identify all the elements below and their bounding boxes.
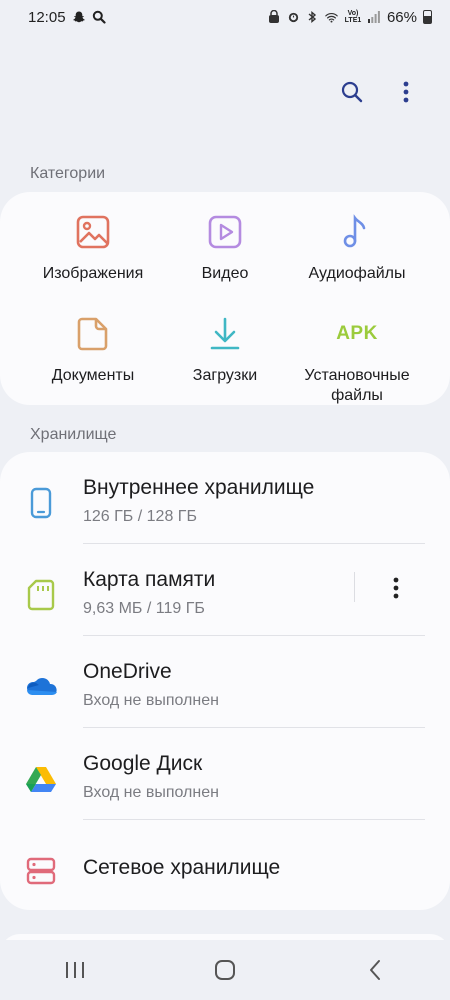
- category-downloads[interactable]: Загрузки: [150, 314, 300, 386]
- recent-apps-icon: [66, 962, 84, 978]
- storage-card: Внутреннее хранилище 126 ГБ / 128 ГБ Кар…: [0, 452, 450, 910]
- more-vert-icon: [393, 577, 399, 599]
- image-icon: [73, 212, 113, 252]
- battery-percent: 66%: [386, 8, 417, 26]
- search-status-icon: [92, 10, 106, 24]
- storage-subtitle: Вход не выполнен: [83, 692, 219, 709]
- divider: [83, 727, 425, 728]
- category-label: Документы: [51, 367, 135, 384]
- categories-card: Изображения Видео Аудиофайлы Документы З…: [0, 192, 450, 405]
- category-label: Загрузки: [192, 367, 258, 384]
- bluetooth-icon: [306, 10, 319, 24]
- vertical-separator: [354, 572, 355, 602]
- sd-card-icon: [24, 578, 58, 612]
- lte-indicator: Vo) LTE1: [344, 10, 362, 24]
- storage-title: Хранилище: [30, 426, 117, 443]
- storage-network[interactable]: Сетевое хранилище: [0, 824, 450, 916]
- status-bar: 12:05 Vo) LTE1 66%: [0, 0, 450, 34]
- video-icon: [205, 212, 245, 252]
- apk-text: APK: [336, 323, 378, 344]
- lte-top: Vo): [347, 10, 359, 17]
- sd-card-more-button[interactable]: [382, 568, 410, 608]
- category-label: Видео: [201, 265, 249, 282]
- storage-title-text: Карта памяти: [83, 568, 216, 591]
- document-icon: [73, 314, 113, 354]
- lock-icon: [268, 10, 281, 24]
- signal-icon: [368, 10, 381, 24]
- search-icon: [341, 81, 363, 103]
- apk-icon: APK: [336, 314, 378, 354]
- wifi-icon: [325, 10, 338, 24]
- lte-bottom: LTE1: [344, 17, 362, 24]
- status-left: 12:05: [28, 9, 106, 26]
- recent-apps-button[interactable]: [45, 945, 105, 995]
- back-icon: [370, 960, 380, 980]
- storage-subtitle: 126 ГБ / 128 ГБ: [83, 508, 197, 525]
- alarm-icon: [287, 10, 300, 24]
- category-video[interactable]: Видео: [150, 212, 300, 284]
- network-storage-icon: [24, 854, 58, 888]
- categories-title: Категории: [30, 165, 106, 182]
- storage-title-text: Сетевое хранилище: [83, 856, 281, 879]
- category-label: Аудиофайлы: [308, 265, 406, 282]
- storage-subtitle: 9,63 МБ / 119 ГБ: [83, 600, 205, 617]
- home-icon: [215, 960, 235, 980]
- navigation-bar: [0, 940, 450, 1000]
- search-button[interactable]: [338, 78, 366, 106]
- music-note-icon: [337, 212, 377, 252]
- storage-google-drive[interactable]: Google Диск Вход не выполнен: [0, 732, 450, 824]
- storage-onedrive[interactable]: OneDrive Вход не выполнен: [0, 640, 450, 732]
- category-images[interactable]: Изображения: [18, 212, 168, 284]
- category-documents[interactable]: Документы: [18, 314, 168, 386]
- more-options-button[interactable]: [392, 78, 420, 106]
- google-drive-icon: [24, 762, 58, 796]
- storage-internal[interactable]: Внутреннее хранилище 126 ГБ / 128 ГБ: [0, 456, 450, 548]
- divider: [83, 819, 425, 820]
- category-audio[interactable]: Аудиофайлы: [282, 212, 432, 284]
- status-right: Vo) LTE1 66%: [268, 9, 432, 26]
- more-vert-icon: [403, 81, 409, 103]
- divider: [83, 543, 425, 544]
- category-label: Изображения: [42, 265, 144, 282]
- divider: [83, 635, 425, 636]
- category-label: Установочные файлы: [304, 367, 410, 404]
- storage-title-text: Google Диск: [83, 752, 203, 775]
- storage-title-text: Внутреннее хранилище: [83, 476, 315, 499]
- phone-icon: [24, 486, 58, 520]
- storage-subtitle: Вход не выполнен: [83, 784, 219, 801]
- storage-title-text: OneDrive: [83, 660, 172, 683]
- download-icon: [205, 314, 245, 354]
- snapchat-icon: [72, 10, 86, 24]
- top-actions: [338, 78, 420, 106]
- back-button[interactable]: [345, 945, 405, 995]
- battery-icon: [423, 10, 432, 24]
- home-button[interactable]: [195, 945, 255, 995]
- storage-sd-card[interactable]: Карта памяти 9,63 МБ / 119 ГБ: [0, 548, 450, 640]
- status-time: 12:05: [28, 8, 66, 26]
- onedrive-icon: [24, 670, 58, 704]
- category-apk[interactable]: APK Установочные файлы: [282, 314, 432, 406]
